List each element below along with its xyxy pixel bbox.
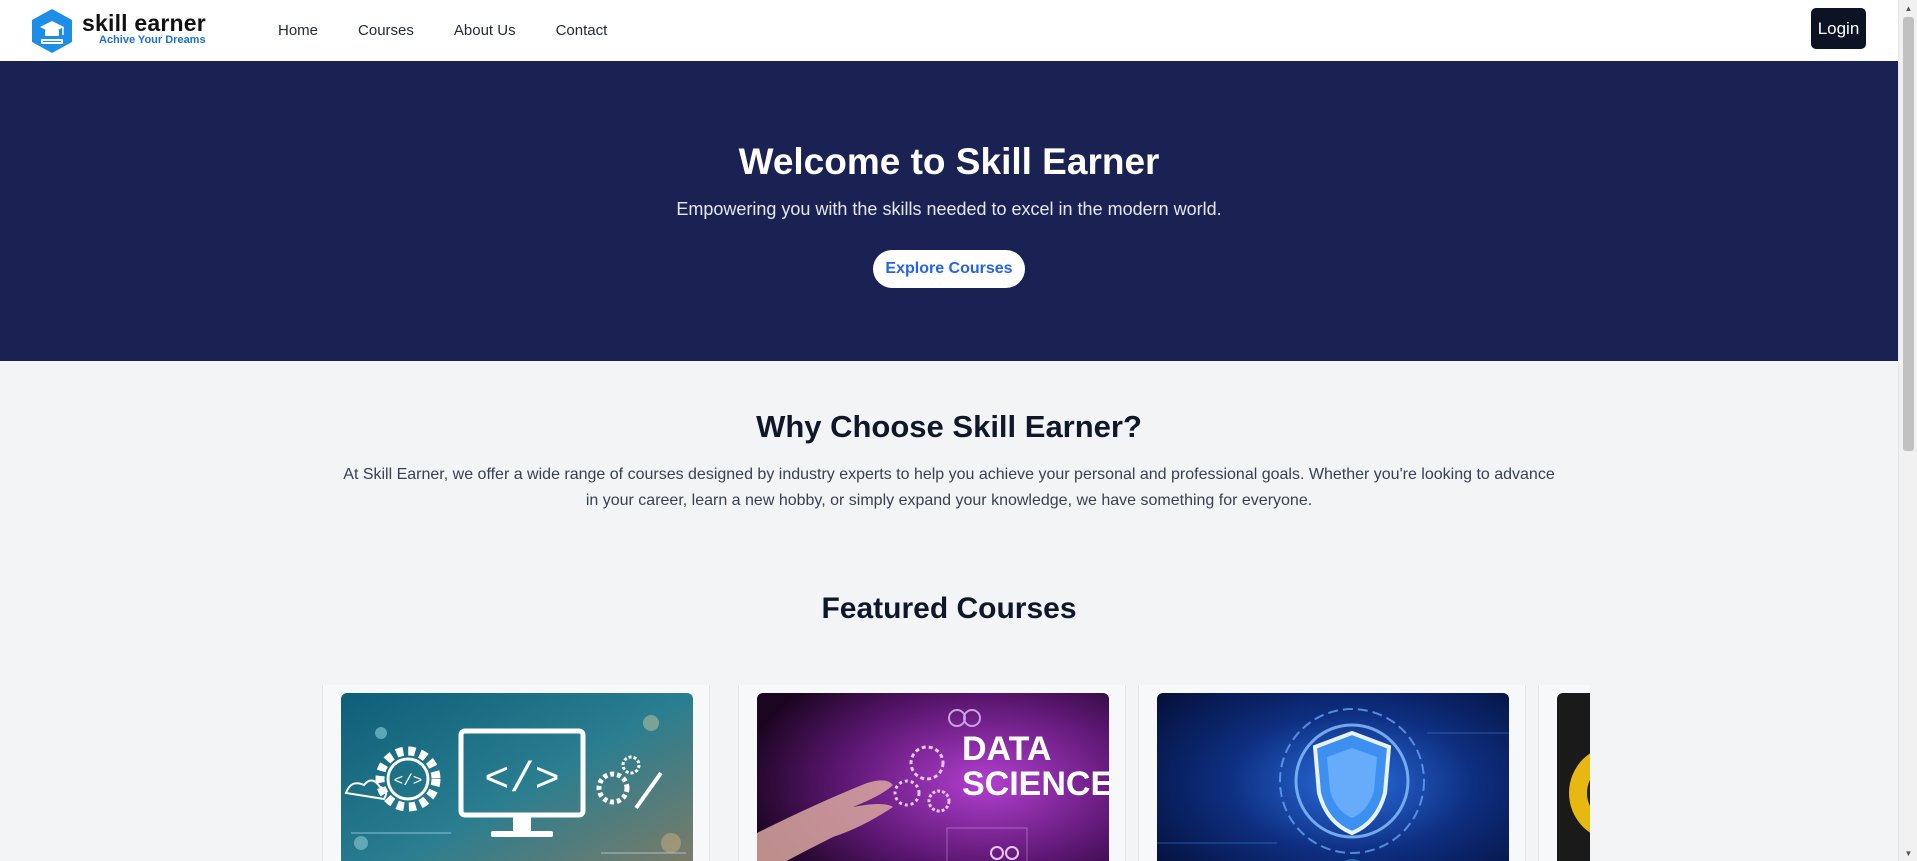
featured-title: Featured Courses [821,592,1077,625]
course-image-partial[interactable] [1557,693,1590,861]
why-body: At Skill Earner, we offer a wide range o… [343,466,1555,509]
nav-contact-link[interactable]: Contact [556,22,608,39]
featured-courses-list: </> </> DATA SCIENCE [322,685,1590,861]
hero-title: Welcome to Skill Earner [738,141,1160,182]
nav-about-link[interactable]: About Us [454,22,516,39]
logo-tagline: Achive Your Dreams [99,34,206,46]
login-button[interactable]: Login [1811,8,1866,49]
site-header: skill earner Achive Your Dreams Home Cou… [0,0,1898,62]
web-development-image[interactable]: </> </> [341,693,693,861]
logo-name: skill earner [82,10,206,36]
page-scrollbar[interactable]: ▲ ▼ [1898,0,1917,861]
nav-courses-link[interactable]: Courses [358,22,414,39]
scroll-down-arrow-icon[interactable]: ▼ [1899,845,1917,861]
course-card[interactable]: </> </> [322,685,710,861]
nav-home-link[interactable]: Home [278,22,318,39]
course-card[interactable] [1138,685,1526,861]
data-science-image-text: SCIENCE [962,765,1109,803]
graduation-cap-icon [32,9,72,53]
course-card[interactable]: DATA SCIENCE [738,685,1126,861]
explore-courses-button[interactable]: Explore Courses [873,250,1025,288]
why-title: Why Choose Skill Earner? [756,409,1142,444]
svg-text:</>: </> [394,772,423,790]
data-science-image-text: DATA [962,730,1051,768]
page: skill earner Achive Your Dreams Home Cou… [0,0,1898,861]
cyber-security-image[interactable] [1157,693,1509,861]
scrollbar-thumb[interactable] [1903,17,1914,451]
hero-subtitle: Empowering you with the skills needed to… [676,199,1222,219]
hero-section: Welcome to Skill Earner Empowering you w… [0,61,1898,361]
logo[interactable]: skill earner Achive Your Dreams [30,7,215,55]
scroll-up-arrow-icon[interactable]: ▲ [1899,0,1917,16]
main-nav: Home Courses About Us Contact [258,0,627,61]
svg-text:</>: </> [484,756,560,804]
data-science-image[interactable]: DATA SCIENCE [757,693,1109,861]
course-card[interactable] [1538,685,1590,861]
